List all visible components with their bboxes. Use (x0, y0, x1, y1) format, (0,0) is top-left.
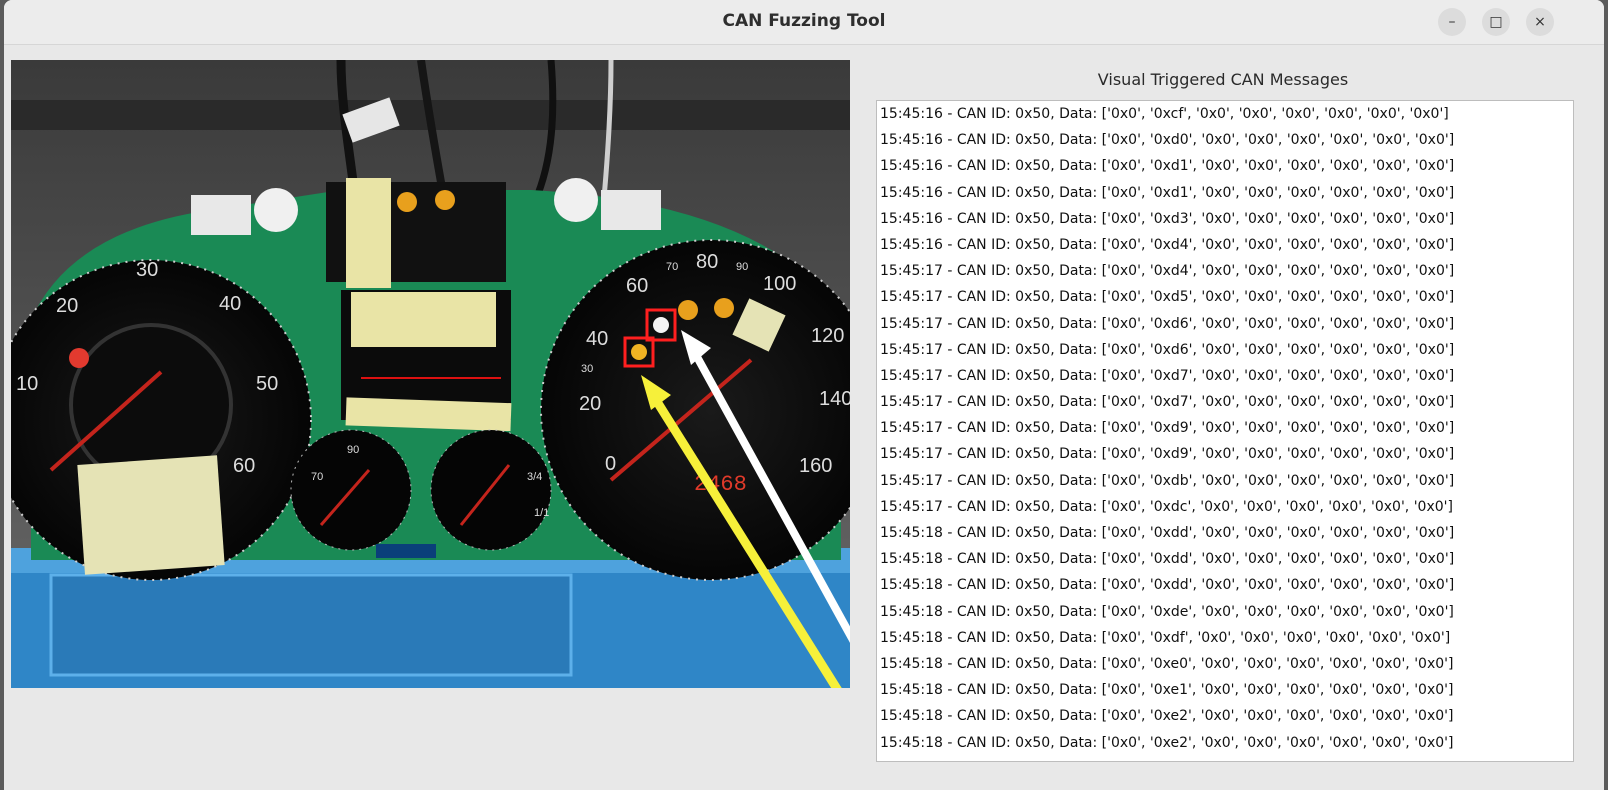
log-line: 15:45:17 - CAN ID: 0x50, Data: ['0x0', '… (880, 498, 1453, 515)
log-line: 15:45:18 - CAN ID: 0x50, Data: ['0x0', '… (880, 682, 1454, 699)
gauge-tick: 140 (819, 388, 850, 410)
gauge-tick: 90 (347, 444, 359, 456)
gauge-tick: 1/1 (534, 507, 549, 519)
minimize-button[interactable]: – (1438, 8, 1466, 36)
log-line: 15:45:16 - CAN ID: 0x50, Data: ['0x0', '… (880, 106, 1449, 122)
camera-feed: 10 20 30 40 50 60 70 90 3/4 1/1 0 20 30 … (11, 60, 850, 688)
gauge-tick: 3/4 (527, 471, 542, 483)
log-line: 15:45:17 - CAN ID: 0x50, Data: ['0x0', '… (880, 341, 1455, 358)
log-line: 15:45:17 - CAN ID: 0x50, Data: ['0x0', '… (880, 289, 1455, 306)
log-line: 15:45:16 - CAN ID: 0x50, Data: ['0x0', '… (880, 236, 1455, 253)
gauge-tick: 20 (56, 295, 78, 317)
log-line: 15:45:17 - CAN ID: 0x50, Data: ['0x0', '… (880, 472, 1455, 489)
log-line: 15:45:17 - CAN ID: 0x50, Data: ['0x0', '… (880, 263, 1455, 280)
log-line: 15:45:18 - CAN ID: 0x50, Data: ['0x0', '… (880, 734, 1454, 751)
gauge-tick: 80 (696, 251, 718, 273)
gauge-tick: 70 (311, 471, 323, 483)
gauge-tick: 60 (626, 275, 648, 297)
gauge-tick: 100 (763, 273, 796, 295)
log-line: 15:45:17 - CAN ID: 0x50, Data: ['0x0', '… (880, 394, 1455, 411)
log-line: 15:45:16 - CAN ID: 0x50, Data: ['0x0', '… (880, 210, 1455, 227)
gauge-tick: 40 (586, 328, 608, 350)
log-panel-title: Visual Triggered CAN Messages (1097, 70, 1349, 89)
gauge-tick: 160 (799, 455, 832, 477)
log-line: 15:45:17 - CAN ID: 0x50, Data: ['0x0', '… (880, 446, 1455, 463)
gauge-tick: 30 (136, 259, 158, 281)
app-window: CAN Fuzzing Tool – □ × 10 20 30 40 50 60… (4, 0, 1604, 790)
log-line: 15:45:18 - CAN ID: 0x50, Data: ['0x0', '… (880, 525, 1455, 541)
log-line: 15:45:16 - CAN ID: 0x50, Data: ['0x0', '… (880, 132, 1455, 149)
log-line: 15:45:17 - CAN ID: 0x50, Data: ['0x0', '… (880, 315, 1455, 332)
log-line: 15:45:17 - CAN ID: 0x50, Data: ['0x0', '… (880, 420, 1455, 437)
sticky-note (77, 455, 225, 575)
gauge-tick: 50 (256, 373, 278, 395)
log-line: 15:45:16 - CAN ID: 0x50, Data: ['0x0', '… (880, 184, 1455, 201)
gauge-tick: 0 (605, 453, 616, 475)
log-line: 15:45:18 - CAN ID: 0x50, Data: ['0x0', '… (880, 551, 1455, 568)
gauge-tick: 90 (736, 261, 748, 273)
gauge-tick: 30 (581, 363, 593, 375)
brake-warning-icon (678, 300, 698, 320)
esp-warning-icon (714, 298, 734, 318)
maximize-button[interactable]: □ (1482, 8, 1510, 36)
gauge-tick: 70 (666, 261, 678, 273)
log-line: 15:45:18 - CAN ID: 0x50, Data: ['0x0', '… (880, 603, 1454, 620)
gauge-tick: 10 (16, 373, 38, 395)
log-line: 15:45:18 - CAN ID: 0x50, Data: ['0x0', '… (880, 655, 1454, 672)
sticky-note (346, 178, 391, 288)
log-line: 15:45:18 - CAN ID: 0x50, Data: ['0x0', '… (880, 708, 1454, 725)
seatbelt-warning-icon (653, 317, 669, 333)
log-line: 15:45:18 - CAN ID: 0x50, Data: ['0x0', '… (880, 577, 1455, 594)
gauge-tick: 20 (579, 393, 601, 415)
title-bar[interactable]: CAN Fuzzing Tool – □ × (4, 0, 1604, 45)
window-title: CAN Fuzzing Tool (722, 11, 886, 31)
gauge-tick: 120 (811, 325, 844, 347)
log-line: 15:45:16 - CAN ID: 0x50, Data: ['0x0', '… (880, 158, 1455, 175)
airbag-warning-icon (631, 344, 647, 360)
can-message-log[interactable]: 15:45:16 - CAN ID: 0x50, Data: ['0x0', '… (876, 100, 1574, 762)
gauge-tick: 60 (233, 455, 255, 477)
gauge-tick: 40 (219, 293, 241, 315)
log-line: 15:45:18 - CAN ID: 0x50, Data: ['0x0', '… (880, 629, 1451, 646)
instrument-cluster-image: 10 20 30 40 50 60 70 90 3/4 1/1 0 20 30 … (11, 60, 850, 688)
log-line: 15:45:17 - CAN ID: 0x50, Data: ['0x0', '… (880, 367, 1455, 384)
close-button[interactable]: × (1526, 8, 1554, 36)
